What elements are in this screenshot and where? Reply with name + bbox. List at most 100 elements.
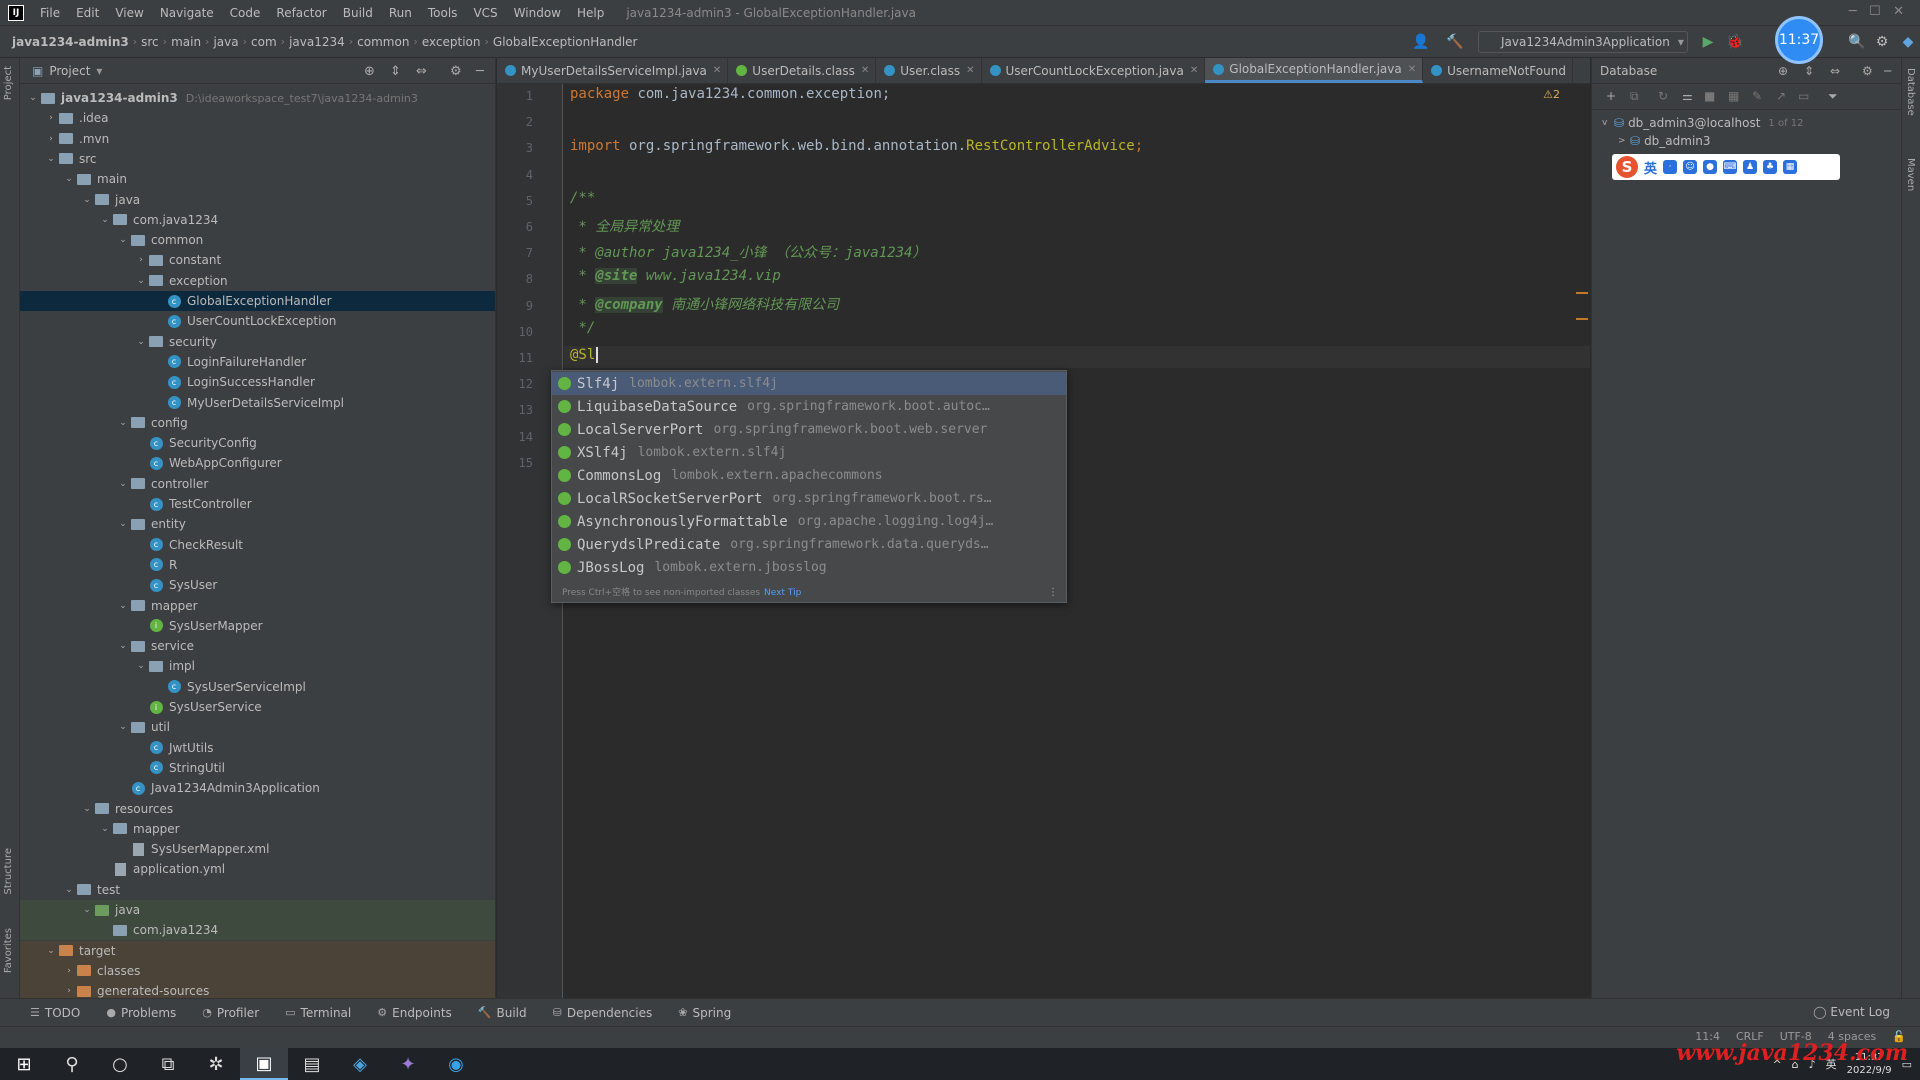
tree-folder-row[interactable]: ⌄ mapper bbox=[20, 819, 495, 839]
task-view-icon[interactable]: ⧉ bbox=[144, 1048, 192, 1080]
console-icon[interactable]: ▭ bbox=[1798, 89, 1809, 103]
file-explorer-icon[interactable]: ▤ bbox=[288, 1048, 336, 1080]
chevron-down-icon[interactable]: ⌄ bbox=[116, 418, 130, 428]
editor-tab[interactable]: User.class ✕ bbox=[876, 58, 982, 83]
user-icon[interactable]: ♟ bbox=[1743, 160, 1758, 174]
tree-file-row[interactable]: c GlobalExceptionHandler bbox=[20, 291, 495, 311]
tree-folder-row[interactable]: ⌄ service bbox=[20, 636, 495, 656]
breadcrumb-item[interactable]: exception bbox=[418, 35, 485, 49]
chevron-down-icon[interactable]: ⌄ bbox=[116, 641, 130, 651]
editor-tab[interactable]: MyUserDetailsServiceImpl.java ✕ bbox=[497, 58, 729, 83]
menu-run[interactable]: Run bbox=[381, 6, 420, 20]
tree-folder-row[interactable]: ⌄ exception bbox=[20, 271, 495, 291]
tree-folder-row[interactable]: ⌄ common bbox=[20, 230, 495, 250]
run-icon[interactable]: ▶ bbox=[1700, 34, 1716, 50]
tree-folder-row[interactable]: ⌄ util bbox=[20, 717, 495, 737]
tree-folder-row[interactable]: › constant bbox=[20, 250, 495, 270]
close-tab-icon[interactable]: ✕ bbox=[861, 65, 869, 76]
tree-folder-row[interactable]: › .mvn bbox=[20, 129, 495, 149]
chevron-down-icon[interactable]: ⌄ bbox=[26, 93, 40, 103]
chevron-down-icon[interactable]: ⌄ bbox=[80, 905, 94, 915]
completion-item[interactable]: QuerydslPredicate org.springframework.dat… bbox=[552, 533, 1066, 556]
chevron-down-icon[interactable]: ⌄ bbox=[80, 195, 94, 205]
tree-folder-row[interactable]: ⌄ security bbox=[20, 332, 495, 352]
search-icon[interactable]: 🔍 bbox=[1848, 34, 1865, 50]
menu-code[interactable]: Code bbox=[222, 6, 269, 20]
ime-language-toggle[interactable]: 英 bbox=[1644, 158, 1657, 177]
chevron-right-icon[interactable]: › bbox=[44, 134, 58, 144]
app-icon[interactable]: ✲ bbox=[192, 1048, 240, 1080]
close-tab-icon[interactable]: ✕ bbox=[1190, 65, 1198, 76]
tool-window-build[interactable]: 🔨 Build bbox=[478, 1006, 527, 1020]
menu-file[interactable]: File bbox=[32, 6, 68, 20]
editor-tab[interactable]: UserDetails.class ✕ bbox=[728, 58, 877, 83]
tree-folder-row[interactable]: ⌄ entity bbox=[20, 514, 495, 534]
build-hammer-icon[interactable]: 🔨 bbox=[1446, 34, 1463, 50]
more-options-icon[interactable]: ⋮ bbox=[1048, 587, 1058, 598]
breadcrumb-item[interactable]: java bbox=[209, 35, 242, 49]
tree-file-row[interactable]: c Java1234Admin3Application bbox=[20, 778, 495, 798]
chevron-down-icon[interactable]: ⌄ bbox=[98, 215, 112, 225]
completion-item[interactable]: LiquibaseDataSource org.springframework.b… bbox=[552, 395, 1066, 418]
stop-icon[interactable]: ■ bbox=[1704, 89, 1715, 103]
schema-icon[interactable]: ⚌ bbox=[1682, 89, 1693, 103]
tool-window-spring[interactable]: ❀ Spring bbox=[678, 1006, 731, 1020]
tree-file-row[interactable]: c MyUserDetailsServiceImpl bbox=[20, 393, 495, 413]
tree-folder-row[interactable]: ⌄ impl bbox=[20, 656, 495, 676]
tree-file-row[interactable]: application.yml bbox=[20, 859, 495, 879]
app2-icon[interactable]: ✦ bbox=[384, 1048, 432, 1080]
completion-item[interactable]: CommonsLog lombok.extern.apachecommons bbox=[552, 464, 1066, 487]
tree-file-row[interactable]: c LoginFailureHandler bbox=[20, 352, 495, 372]
breadcrumb-item[interactable]: main bbox=[167, 35, 205, 49]
menu-help[interactable]: Help bbox=[569, 6, 612, 20]
intellij-taskbar-icon[interactable]: ▣ bbox=[240, 1048, 288, 1080]
chevron-down-icon[interactable]: ⌄ bbox=[44, 154, 58, 164]
project-panel-title[interactable]: Project bbox=[49, 64, 90, 78]
tree-folder-row[interactable]: ⌄ src bbox=[20, 149, 495, 169]
menu-view[interactable]: View bbox=[107, 6, 151, 20]
tree-folder-row[interactable]: ⌄ java1234-admin3 D:\ideaworkspace_test7\j… bbox=[20, 88, 495, 108]
chevron-right-icon[interactable]: › bbox=[62, 986, 76, 996]
chevron-right-icon[interactable]: › bbox=[62, 966, 76, 976]
gear-icon[interactable]: ⚙ bbox=[1862, 64, 1873, 78]
tree-file-row[interactable]: SysUserMapper.xml bbox=[20, 839, 495, 859]
maven-stripe-button[interactable]: Maven bbox=[1905, 158, 1916, 191]
tree-file-row[interactable]: c UserCountLockException bbox=[20, 311, 495, 331]
vscode-icon[interactable]: ◈ bbox=[336, 1048, 384, 1080]
next-tip-link[interactable]: Next Tip bbox=[764, 588, 801, 598]
tree-folder-row[interactable]: ⌄ main bbox=[20, 169, 495, 189]
event-log-button[interactable]: ◯ Event Log bbox=[1813, 1005, 1890, 1019]
project-stripe-button[interactable]: Project bbox=[3, 66, 14, 100]
expand-all-icon[interactable]: ⇕ bbox=[390, 64, 401, 79]
menu-window[interactable]: Window bbox=[506, 6, 569, 20]
tree-folder-row[interactable]: ⌄ target bbox=[20, 940, 495, 961]
chevron-down-icon[interactable]: ⌄ bbox=[98, 824, 112, 834]
chevron-down-icon[interactable]: ⌄ bbox=[134, 337, 148, 347]
table-icon[interactable]: ▦ bbox=[1728, 89, 1739, 103]
tree-file-row[interactable]: c SysUser bbox=[20, 575, 495, 595]
jump-icon[interactable]: ↗ bbox=[1776, 89, 1786, 103]
menu-navigate[interactable]: Navigate bbox=[152, 6, 222, 20]
tool-window-problems[interactable]: ● Problems bbox=[106, 1006, 176, 1020]
tree-file-row[interactable]: c LoginSuccessHandler bbox=[20, 372, 495, 392]
db-datasource-row[interactable]: v ⛁ db_admin3@localhost 1 of 12 bbox=[1602, 114, 1804, 132]
chevron-down-icon[interactable]: ⌄ bbox=[44, 946, 58, 956]
tree-file-row[interactable]: c StringUtil bbox=[20, 758, 495, 778]
menu-tools[interactable]: Tools bbox=[420, 6, 466, 20]
run-configuration-select[interactable]: Java1234Admin3Application ▾ bbox=[1478, 31, 1688, 53]
warnings-indicator[interactable]: ⚠2 bbox=[1543, 88, 1560, 101]
user-icon[interactable]: 👤 bbox=[1412, 34, 1429, 50]
refresh-icon[interactable]: ↻ bbox=[1658, 89, 1668, 103]
search-icon[interactable]: ⚲ bbox=[48, 1048, 96, 1080]
completion-item[interactable]: Slf4j lombok.extern.slf4j bbox=[552, 372, 1066, 395]
favorites-stripe-button[interactable]: Favorites bbox=[3, 928, 14, 973]
locate-icon[interactable]: ⊕ bbox=[1778, 64, 1788, 78]
tree-folder-row[interactable]: ⌄ java bbox=[20, 190, 495, 210]
expand-all-icon[interactable]: ⇕ bbox=[1804, 64, 1814, 78]
chevron-down-icon[interactable]: ⌄ bbox=[116, 235, 130, 245]
breadcrumb-item[interactable]: com bbox=[247, 35, 281, 49]
completion-item[interactable]: LocalRSocketServerPort org.springframewor… bbox=[552, 487, 1066, 510]
collapse-all-icon[interactable]: ⇔ bbox=[416, 64, 427, 79]
tree-folder-row[interactable]: ⌄ com.java1234 bbox=[20, 210, 495, 230]
chevron-down-icon[interactable]: ⌄ bbox=[134, 661, 148, 671]
